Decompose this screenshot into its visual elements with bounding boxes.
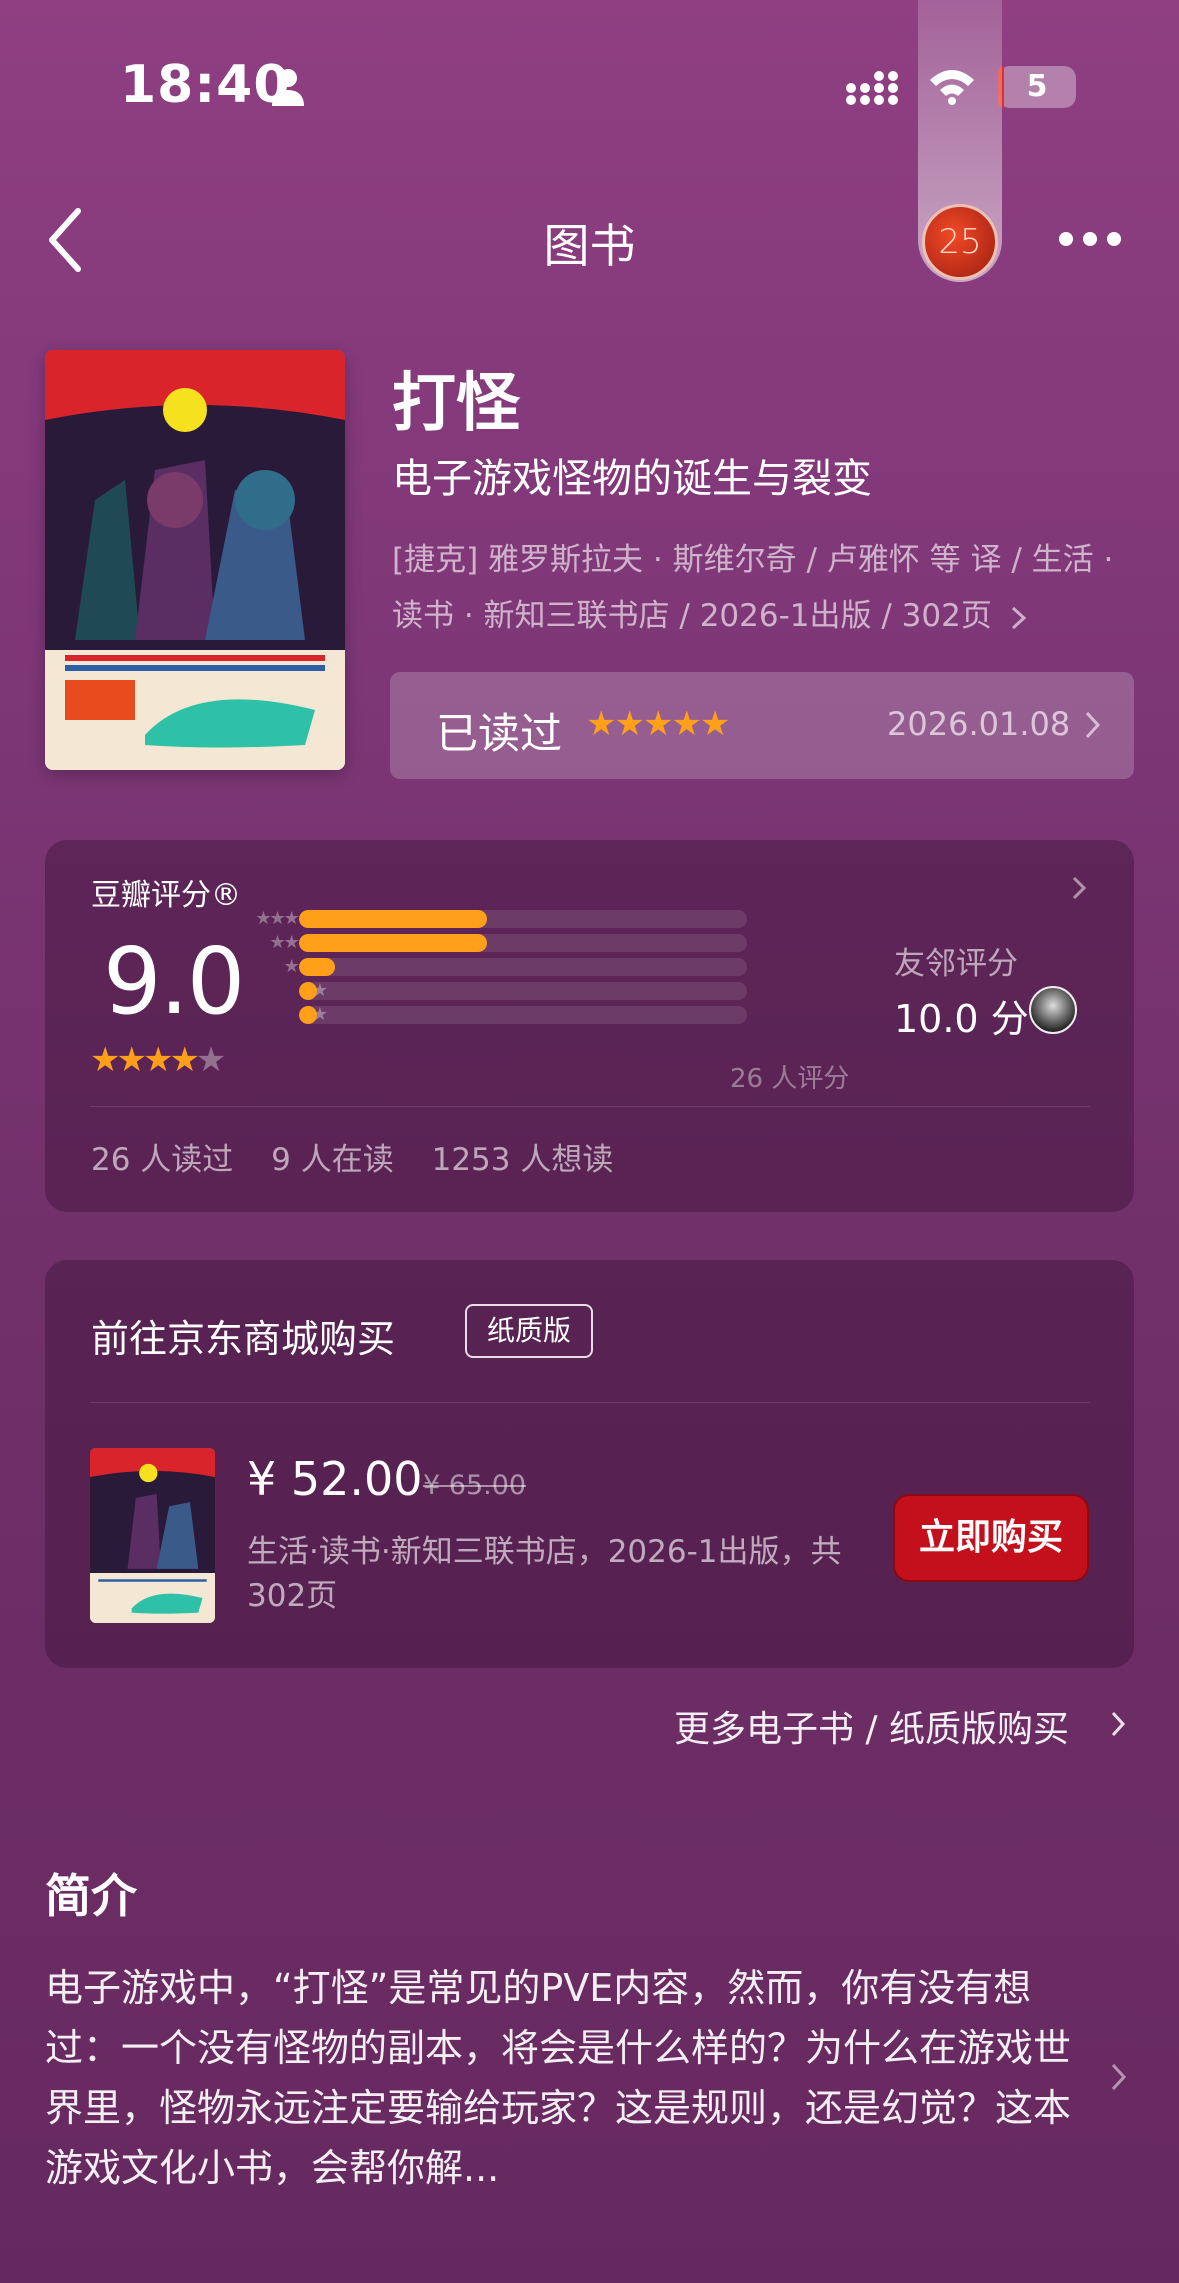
book-subtitle: 电子游戏怪物的诞生与裂变 xyxy=(392,456,872,502)
signal-icon xyxy=(846,71,898,105)
friend-avatar[interactable] xyxy=(1029,986,1077,1034)
cover-illustration xyxy=(45,350,345,770)
chevron-right-icon[interactable] xyxy=(1110,2062,1128,2092)
stat-reading[interactable]: 9 人在读 xyxy=(271,1142,394,1178)
rating-card[interactable]: 豆瓣评分® 9.0 ★★★★★ ★★★★★ ★★★★ ★★★ ★★ ★ 26 人… xyxy=(45,840,1134,1212)
chevron-right-icon xyxy=(1085,711,1101,739)
dist-bar-3 xyxy=(299,958,747,976)
page-title: 图书 xyxy=(543,219,636,273)
chevron-right-icon xyxy=(1011,606,1026,629)
friend-rating-label: 友邻评分 xyxy=(894,946,1018,982)
intro-title: 简介 xyxy=(45,1869,137,1923)
rating-count: 26 人评分 xyxy=(730,1064,850,1094)
more-purchase-link[interactable]: 更多电子书 / 纸质版购买 xyxy=(674,1700,1069,1752)
original-price: ¥ 65.00 xyxy=(423,1470,527,1501)
rating-stars-full: ★★★★ xyxy=(90,1040,200,1080)
divider xyxy=(90,1106,1090,1107)
book-thumbnail xyxy=(90,1448,215,1623)
dist-bar-1 xyxy=(299,1006,747,1024)
purchase-card: 前往京东商城购买 纸质版 ¥ 52.00 ¥ 65.00 生活·读书·新知三联书… xyxy=(45,1260,1134,1668)
dist-bar-5 xyxy=(299,910,747,928)
read-date: 2026.01.08 xyxy=(887,705,1071,743)
dist-bar-4 xyxy=(299,934,747,952)
status-time: 18:40 xyxy=(120,55,291,115)
reading-stats: 26 人读过 9 人在读 1253 人想读 xyxy=(91,1134,641,1179)
my-rating-stars: ★★★★★ xyxy=(586,704,730,744)
purchase-title: 前往京东商城购买 xyxy=(91,1317,396,1361)
divider xyxy=(90,1402,1090,1403)
price: ¥ 52.00 xyxy=(247,1452,423,1506)
rating-stars: ★★★★★ xyxy=(90,1040,227,1080)
chevron-right-icon xyxy=(1072,876,1087,900)
book-cover[interactable] xyxy=(45,350,345,770)
stat-read[interactable]: 26 人读过 xyxy=(91,1142,233,1178)
more-options-icon[interactable] xyxy=(1058,228,1122,250)
battery-indicator: 5 xyxy=(998,66,1076,108)
read-status-label: 已读过 xyxy=(436,709,563,758)
stat-want[interactable]: 1253 人想读 xyxy=(432,1142,614,1178)
purchase-description: 生活·读书·新知三联书店，2026-1出版，共302页 xyxy=(247,1534,842,1614)
edition-badge: 纸质版 xyxy=(465,1304,593,1358)
friend-rating-score: 10.0 分 xyxy=(894,997,1029,1041)
chevron-right-icon[interactable] xyxy=(1110,1710,1126,1738)
rating-star-half: ★ xyxy=(195,1040,227,1080)
read-status-bar[interactable]: 已读过 ★★★★★ 2026.01.08 xyxy=(390,672,1134,779)
dist-bar-2 xyxy=(299,982,747,1000)
buy-now-button[interactable]: 立即购买 xyxy=(893,1494,1089,1582)
intro-text[interactable]: 电子游戏中，“打怪”是常见的PVE内容，然而，你有没有想过：一个没有怪物的副本，… xyxy=(45,1958,1095,2198)
thumbnail-illustration xyxy=(90,1448,215,1623)
book-meta[interactable]: [捷克] 雅罗斯拉夫 · 斯维尔奇 / 卢雅怀 等 译 / 生活 · 读书 · … xyxy=(392,532,1132,644)
book-title: 打怪 xyxy=(392,367,520,441)
person-icon xyxy=(272,69,304,106)
book-meta-text: [捷克] 雅罗斯拉夫 · 斯维尔奇 / 卢雅怀 等 译 / 生活 · 读书 · … xyxy=(392,542,1114,634)
